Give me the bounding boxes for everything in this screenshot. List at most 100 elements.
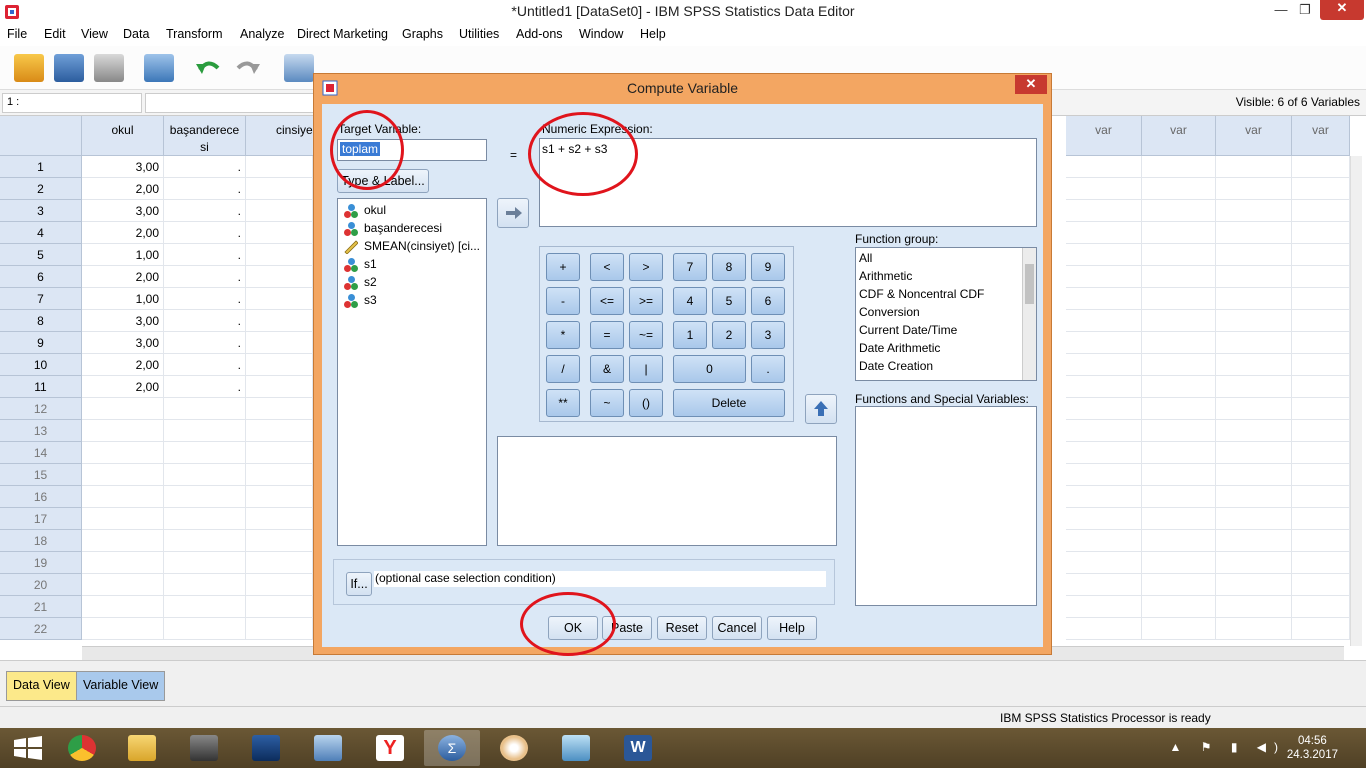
cell-var[interactable] [1066,332,1142,354]
cell-basari[interactable]: . [164,266,246,288]
cell-var[interactable] [1216,398,1292,420]
word-icon[interactable]: W [610,730,666,766]
redo-icon[interactable] [232,54,262,82]
row-header[interactable]: 16 [0,486,82,508]
list-item[interactable]: Date Arithmetic [859,339,940,357]
cell-okul[interactable] [82,508,164,530]
cell-cinsiyet[interactable] [246,354,313,376]
cell-var[interactable] [1216,464,1292,486]
list-item[interactable]: okul [344,201,386,219]
cell-var[interactable] [1216,376,1292,398]
menu-edit[interactable]: Edit [44,27,66,41]
cell-var[interactable] [1066,464,1142,486]
cell-var[interactable] [1216,552,1292,574]
cell-okul[interactable] [82,552,164,574]
cell-var[interactable] [1292,618,1350,640]
cell-basari[interactable] [164,596,246,618]
column-header-basari[interactable]: başanderece si [164,116,246,156]
cell-var[interactable] [1216,244,1292,266]
cell-cinsiyet[interactable] [246,156,313,178]
cell-cinsiyet[interactable] [246,266,313,288]
row-header[interactable]: 6 [0,266,82,288]
cell-var[interactable] [1142,244,1216,266]
cell-var[interactable] [1216,178,1292,200]
cell-var[interactable] [1066,530,1142,552]
cell-var[interactable] [1066,266,1142,288]
cell-okul[interactable]: 2,00 [82,222,164,244]
cell-cinsiyet[interactable] [246,376,313,398]
cell-var[interactable] [1142,332,1216,354]
list-item[interactable]: s3 [344,291,377,309]
cell-okul[interactable] [82,398,164,420]
cell-cinsiyet[interactable] [246,530,313,552]
key-greater[interactable]: > [629,253,663,281]
key-6[interactable]: 6 [751,287,785,315]
cell-var[interactable] [1292,354,1350,376]
cell-cinsiyet[interactable] [246,310,313,332]
key-not[interactable]: ~ [590,389,624,417]
row-header[interactable]: 20 [0,574,82,596]
cell-var[interactable] [1142,398,1216,420]
cell-var[interactable] [1216,486,1292,508]
key-plus[interactable]: + [546,253,580,281]
cell-cinsiyet[interactable] [246,508,313,530]
cell-var[interactable] [1292,310,1350,332]
list-item[interactable]: s1 [344,255,377,273]
key-equal[interactable]: = [590,321,624,349]
cell-cinsiyet[interactable] [246,596,313,618]
menu-graphs[interactable]: Graphs [402,27,443,41]
row-header[interactable]: 10 [0,354,82,376]
cell-var[interactable] [1292,442,1350,464]
key-5[interactable]: 5 [712,287,746,315]
row-header[interactable]: 3 [0,200,82,222]
cell-basari[interactable]: . [164,244,246,266]
cell-var[interactable] [1142,266,1216,288]
cell-var[interactable] [1216,288,1292,310]
function-group-scrollbar[interactable] [1022,248,1036,380]
cell-var[interactable] [1142,178,1216,200]
key-4[interactable]: 4 [673,287,707,315]
cell-okul[interactable]: 2,00 [82,266,164,288]
cell-var[interactable] [1292,574,1350,596]
menu-view[interactable]: View [81,27,108,41]
cell-var[interactable] [1066,552,1142,574]
key-parentheses[interactable]: () [629,389,663,417]
save-icon[interactable] [54,54,84,82]
row-header[interactable]: 22 [0,618,82,640]
cell-basari[interactable]: . [164,310,246,332]
row-header[interactable]: 21 [0,596,82,618]
cell-var[interactable] [1142,200,1216,222]
cell-var[interactable] [1066,442,1142,464]
cell-basari[interactable]: . [164,376,246,398]
cell-var[interactable] [1142,442,1216,464]
spss-task-icon[interactable]: Σ [424,730,480,766]
menu-help[interactable]: Help [640,27,666,41]
cell-cinsiyet[interactable] [246,398,313,420]
cell-var[interactable] [1292,200,1350,222]
cell-var[interactable] [1216,266,1292,288]
cell-cinsiyet[interactable] [246,332,313,354]
cell-cinsiyet[interactable] [246,618,313,640]
chrome-icon[interactable] [54,730,110,766]
menu-window[interactable]: Window [579,27,623,41]
menu-data[interactable]: Data [123,27,149,41]
key-or[interactable]: | [629,355,663,383]
cell-var[interactable] [1066,574,1142,596]
key-3[interactable]: 3 [751,321,785,349]
cell-var[interactable] [1216,530,1292,552]
cell-var[interactable] [1292,596,1350,618]
pb-app-icon[interactable] [238,730,294,766]
cell-var[interactable] [1066,486,1142,508]
key-decimal[interactable]: . [751,355,785,383]
close-button[interactable]: ✕ [1320,0,1364,20]
cell-basari[interactable]: . [164,200,246,222]
cell-var[interactable] [1142,508,1216,530]
if-button[interactable]: If... [346,572,372,596]
cell-var[interactable] [1066,376,1142,398]
cell-var[interactable] [1292,244,1350,266]
menu-direct-marketing[interactable]: Direct Marketing [297,27,388,41]
cell-okul[interactable] [82,442,164,464]
cell-var[interactable] [1216,596,1292,618]
cell-okul[interactable]: 2,00 [82,178,164,200]
cell-okul[interactable]: 2,00 [82,354,164,376]
